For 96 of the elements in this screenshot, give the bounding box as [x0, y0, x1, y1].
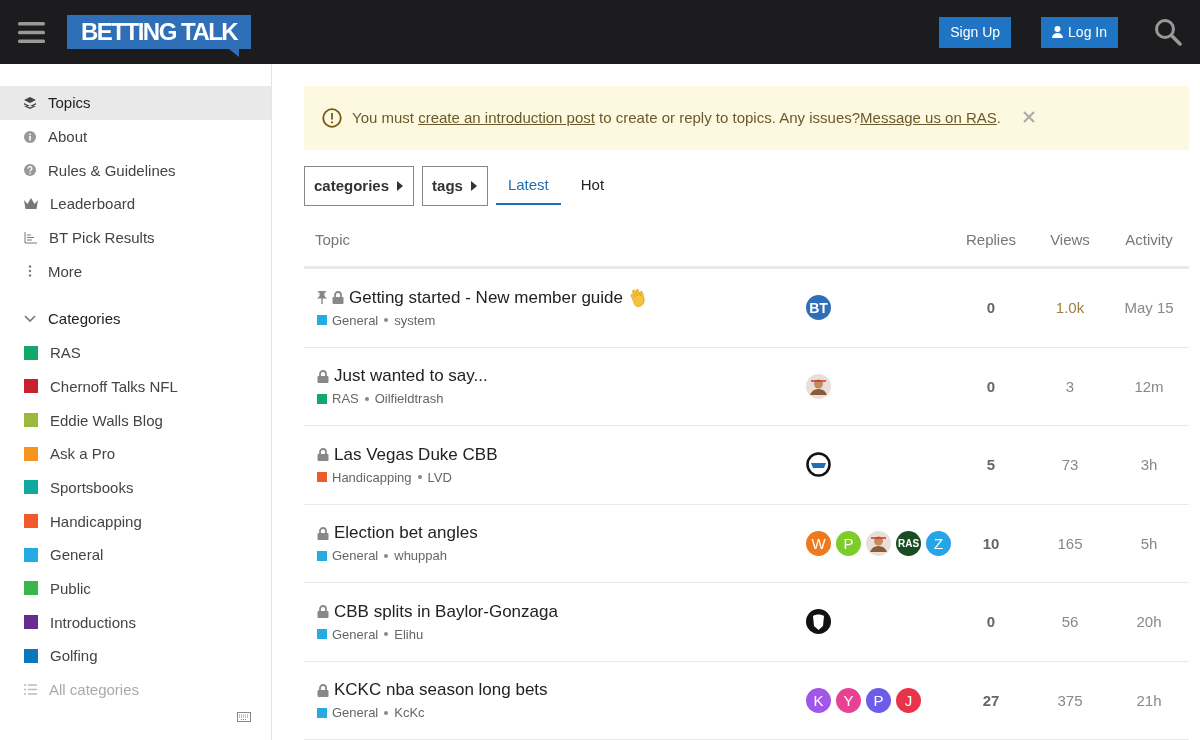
category-link[interactable]: Public — [0, 571, 271, 606]
category-link[interactable]: Sportsbooks — [0, 470, 271, 505]
notice-link[interactable]: Message us on RAS — [860, 109, 997, 127]
category-tag[interactable]: General — [317, 548, 379, 564]
chevron-icon — [24, 314, 36, 323]
filter-tab[interactable]: Hot — [568, 166, 617, 205]
reply-count: 0 — [986, 613, 996, 631]
search-icon[interactable] — [1154, 18, 1182, 46]
column-header[interactable]: Activity — [1125, 231, 1173, 249]
topic-title[interactable]: CBB splits in Baylor-Gonzaga — [334, 601, 558, 622]
category-tag[interactable]: RAS — [317, 391, 359, 407]
author-name[interactable]: KcKc — [394, 705, 425, 721]
lock-icon — [317, 526, 329, 540]
author-name[interactable]: system — [394, 312, 436, 328]
sidebar-item[interactable]: BT Pick Results — [0, 220, 271, 255]
column-header[interactable]: Topic — [304, 231, 351, 249]
category-tag[interactable]: General — [317, 312, 379, 328]
notice-link[interactable]: create an introduction post — [418, 109, 595, 127]
menu-icon[interactable] — [18, 21, 45, 43]
column-header[interactable]: Views — [1050, 231, 1090, 249]
lock-icon — [317, 683, 329, 697]
category-link[interactable]: Introductions — [0, 605, 271, 639]
column-header[interactable]: Replies — [966, 231, 1016, 249]
reply-count: 5 — [986, 456, 996, 474]
crown-icon — [24, 198, 38, 210]
sidebar-item[interactable]: About — [0, 119, 271, 154]
category-tag[interactable]: General — [317, 705, 379, 721]
reply-count: 0 — [986, 377, 996, 395]
caret-icon — [470, 180, 477, 191]
sign-up-button[interactable]: Sign Up — [939, 16, 1012, 48]
reply-count: 0 — [986, 299, 996, 317]
activity-time[interactable]: 3h — [1140, 456, 1158, 474]
category-link[interactable]: Handicapping — [0, 504, 271, 538]
category-link[interactable]: Chernoff Talks NFL — [0, 369, 271, 404]
waving-hand-icon — [628, 287, 648, 308]
category-tag[interactable]: Handicapping — [317, 469, 412, 485]
activity-time[interactable]: 5h — [1140, 534, 1158, 552]
avatar-icon[interactable] — [806, 452, 831, 478]
caret-icon — [397, 180, 404, 191]
category-tag[interactable]: General — [317, 626, 379, 642]
user-avatar[interactable]: K — [806, 687, 831, 713]
view-count: 56 — [1061, 613, 1079, 631]
activity-time[interactable]: 12m — [1134, 377, 1164, 395]
topic-title[interactable]: Election bet angles — [334, 523, 478, 544]
keyboard-icon[interactable] — [237, 712, 251, 722]
lock-icon — [332, 291, 344, 305]
user-avatar[interactable]: BT — [806, 295, 831, 321]
view-count: 375 — [1057, 691, 1083, 709]
user-avatar[interactable]: RAS — [896, 530, 921, 556]
author-name[interactable]: whuppah — [394, 548, 448, 564]
category-link[interactable]: Golfing — [0, 639, 271, 673]
alert-icon — [322, 107, 342, 128]
view-count: 1.0k — [1055, 299, 1085, 317]
site-logo[interactable]: BETTING TALK — [67, 15, 252, 57]
user-avatar[interactable]: P — [866, 687, 891, 713]
topic-title[interactable]: Las Vegas Duke CBB — [334, 444, 498, 465]
activity-time[interactable]: 21h — [1136, 691, 1162, 709]
sidebar-item[interactable]: Rules & Guidelines — [0, 153, 271, 188]
topic-title[interactable]: Getting started - New member guide — [349, 287, 623, 308]
reply-count: 27 — [982, 691, 1000, 709]
view-count: 165 — [1057, 534, 1083, 552]
view-count: 3 — [1065, 377, 1075, 395]
lock-icon — [317, 369, 329, 383]
categories-toggle[interactable]: Categories — [0, 302, 271, 336]
sidebar-item[interactable]: Topics — [0, 86, 271, 120]
list-icon — [24, 684, 37, 696]
topic-title[interactable]: KCKC nba season long bets — [334, 680, 548, 701]
author-name[interactable]: LVD — [427, 469, 452, 485]
category-link[interactable]: RAS — [0, 335, 271, 370]
user-avatar[interactable]: Y — [836, 687, 861, 713]
view-count: 73 — [1061, 456, 1079, 474]
activity-time[interactable]: May 15 — [1124, 299, 1174, 317]
category-link[interactable]: Ask a Pro — [0, 436, 271, 471]
layers-icon — [24, 96, 36, 109]
reply-count: 10 — [982, 534, 1000, 552]
question-icon — [24, 164, 36, 177]
author-name[interactable]: Elihu — [394, 626, 424, 642]
lock-icon — [317, 448, 329, 462]
tags-dropdown[interactable]: tags — [422, 165, 488, 206]
activity-time[interactable]: 20h — [1136, 613, 1162, 631]
author-name[interactable]: Oilfieldtrash — [374, 391, 444, 407]
sidebar-item[interactable]: More — [0, 254, 271, 289]
notice-text: You must create an introduction post to create or reply to topics. Any issues?Message us on RAS. — [352, 109, 1001, 127]
pin-icon — [317, 291, 327, 305]
info-icon — [24, 130, 36, 143]
user-avatar[interactable]: J — [896, 687, 921, 713]
categories-dropdown[interactable]: categories — [304, 165, 415, 206]
topic-title[interactable]: Just wanted to say... — [334, 366, 488, 387]
category-link[interactable]: General — [0, 537, 271, 572]
category-link[interactable]: Eddie Walls Blog — [0, 403, 271, 437]
chart-icon — [24, 231, 37, 244]
log-in-button[interactable]: Log In — [1041, 16, 1118, 48]
user-icon — [1052, 26, 1064, 38]
sidebar-item[interactable]: Leaderboard — [0, 187, 271, 221]
filter-tab[interactable]: Latest — [495, 166, 561, 205]
lock-icon — [317, 605, 329, 619]
